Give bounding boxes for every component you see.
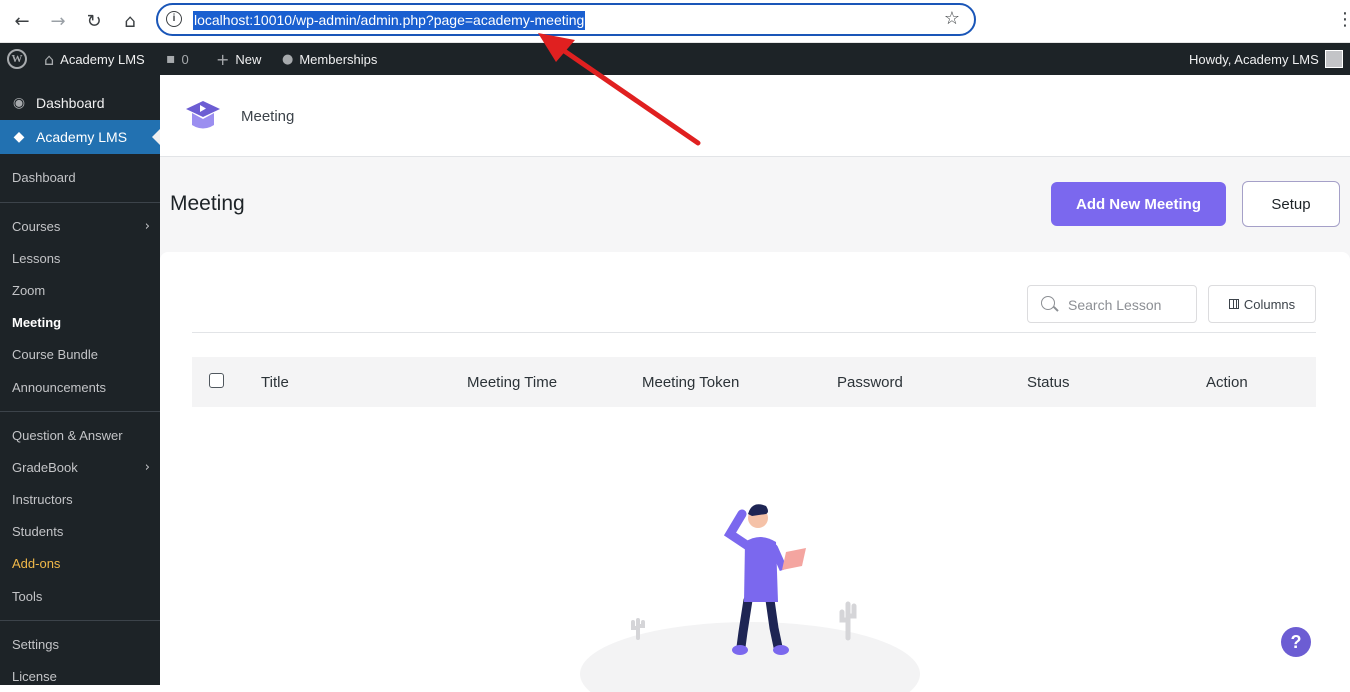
sidebar-item-label: Course Bundle xyxy=(12,346,98,362)
browser-menu-icon[interactable]: ⋮ xyxy=(1336,9,1350,30)
columns-icon xyxy=(1228,299,1239,309)
main-content: Meeting Meeting Add New Meeting Setup Co… xyxy=(160,75,1350,692)
comments-link[interactable]: ▪ 0 xyxy=(166,43,189,75)
sidebar-sub-announcements[interactable]: Announcements xyxy=(0,375,160,399)
browser-toolbar: ← → ↻ ⌂ i localhost:10010/wp-admin/admin… xyxy=(0,0,1350,43)
sidebar-item-dashboard[interactable]: ◉ Dashboard xyxy=(0,86,160,120)
sidebar-divider xyxy=(0,411,160,412)
admin-sidebar: ◉ Dashboard ◆ Academy LMS Dashboard Cour… xyxy=(0,75,160,685)
dashboard-icon: ◉ xyxy=(12,95,26,111)
sidebar-sub-course-bundle[interactable]: Course Bundle xyxy=(0,342,160,366)
column-header-status[interactable]: Status xyxy=(1027,374,1070,391)
sidebar-sub-students[interactable]: Students xyxy=(0,519,160,543)
sidebar-sub-question-answer[interactable]: Question & Answer xyxy=(0,423,160,447)
site-info-icon[interactable]: i xyxy=(166,11,182,27)
sidebar-sub-gradebook[interactable]: GradeBook › xyxy=(0,455,160,479)
sidebar-item-label: Announcements xyxy=(12,379,106,395)
help-button[interactable]: ? xyxy=(1281,627,1311,657)
groups-icon: ● xyxy=(282,51,294,67)
page-title: Meeting xyxy=(170,192,245,215)
select-all-checkbox[interactable] xyxy=(209,373,224,388)
columns-button[interactable]: Columns xyxy=(1208,285,1316,323)
sidebar-sub-add-ons[interactable]: Add-ons xyxy=(0,551,160,575)
column-header-meeting-time[interactable]: Meeting Time xyxy=(467,374,557,391)
meeting-table-panel: Columns Title Meeting Time Meeting Token… xyxy=(160,252,1350,692)
search-box[interactable] xyxy=(1027,285,1197,323)
url-text[interactable]: localhost:10010/wp-admin/admin.php?page=… xyxy=(193,11,586,30)
home-icon: ⌂ xyxy=(44,49,55,69)
column-header-password[interactable]: Password xyxy=(837,374,903,391)
sidebar-sub-lessons[interactable]: Lessons xyxy=(0,246,160,270)
reload-icon[interactable]: ↻ xyxy=(82,9,106,33)
address-bar[interactable]: i localhost:10010/wp-admin/admin.php?pag… xyxy=(156,3,976,36)
howdy-text: Howdy, Academy LMS xyxy=(1189,51,1319,67)
header-title: Meeting xyxy=(241,108,295,125)
sidebar-item-label: License xyxy=(12,668,57,684)
plus-icon: + xyxy=(216,49,230,69)
sidebar-item-label: Instructors xyxy=(12,491,73,507)
sidebar-sub-dashboard[interactable]: Dashboard xyxy=(0,165,160,189)
sidebar-item-label: Add-ons xyxy=(12,555,61,571)
sidebar-sub-meeting[interactable]: Meeting xyxy=(0,310,160,334)
academy-logo-icon xyxy=(186,101,220,129)
memberships-link[interactable]: ● Memberships xyxy=(282,43,377,75)
divider xyxy=(192,332,1316,333)
add-new-meeting-button[interactable]: Add New Meeting xyxy=(1051,182,1226,226)
sidebar-item-label: Tools xyxy=(12,588,43,604)
sidebar-item-label: Settings xyxy=(12,636,59,652)
sidebar-item-label: Courses xyxy=(12,218,61,234)
bookmark-star-icon[interactable]: ☆ xyxy=(944,8,960,29)
comment-icon: ▪ xyxy=(166,51,176,67)
sidebar-item-label: Lessons xyxy=(12,250,61,266)
site-name-link[interactable]: ⌂ Academy LMS xyxy=(44,43,145,75)
site-name: Academy LMS xyxy=(60,51,145,67)
memberships-label: Memberships xyxy=(299,51,378,67)
empty-state-illustration xyxy=(580,504,920,692)
back-icon[interactable]: ← xyxy=(10,9,34,33)
sidebar-divider xyxy=(0,620,160,621)
graduation-cap-icon: ◆ xyxy=(13,129,25,145)
sidebar-sub-settings[interactable]: Settings xyxy=(0,632,160,656)
sidebar-sub-tools[interactable]: Tools xyxy=(0,584,160,608)
setup-button[interactable]: Setup xyxy=(1242,181,1340,227)
sidebar-item-label: GradeBook xyxy=(12,459,78,475)
wp-admin-bar: W ⌂ Academy LMS ▪ 0 + New ● Memberships … xyxy=(0,43,1350,75)
sidebar-divider xyxy=(0,202,160,203)
sidebar-sub-zoom[interactable]: Zoom xyxy=(0,278,160,302)
sidebar-item-label: Students xyxy=(12,523,64,539)
column-header-meeting-token[interactable]: Meeting Token xyxy=(642,374,739,391)
account-menu[interactable]: Howdy, Academy LMS xyxy=(1189,43,1343,75)
columns-label: Columns xyxy=(1243,296,1296,312)
avatar xyxy=(1324,50,1343,68)
sidebar-item-academy-lms[interactable]: ◆ Academy LMS xyxy=(0,120,160,154)
sidebar-item-label: Dashboard xyxy=(12,169,76,185)
sidebar-item-label: Meeting xyxy=(12,314,62,330)
new-content-link[interactable]: + New xyxy=(216,43,261,75)
column-header-action[interactable]: Action xyxy=(1206,374,1248,391)
sidebar-sub-courses[interactable]: Courses › xyxy=(0,214,160,238)
academy-header: Meeting xyxy=(160,75,1350,157)
search-icon xyxy=(1041,296,1055,310)
new-label: New xyxy=(235,51,262,67)
wordpress-logo-icon[interactable]: W xyxy=(7,43,27,75)
chevron-right-icon: › xyxy=(144,459,150,475)
sidebar-item-label: Question & Answer xyxy=(12,427,123,443)
sidebar-item-label: Dashboard xyxy=(36,95,105,111)
comments-count: 0 xyxy=(181,51,189,67)
forward-icon[interactable]: → xyxy=(46,9,70,33)
sidebar-item-label: Academy LMS xyxy=(36,129,128,145)
sidebar-sub-license[interactable]: License xyxy=(0,664,160,688)
column-header-title[interactable]: Title xyxy=(261,374,289,391)
chevron-right-icon: › xyxy=(144,218,150,234)
home-icon[interactable]: ⌂ xyxy=(118,9,142,33)
table-header: Title Meeting Time Meeting Token Passwor… xyxy=(192,357,1316,407)
sidebar-item-label: Zoom xyxy=(12,282,46,298)
current-menu-pointer xyxy=(152,129,160,145)
sidebar-sub-instructors[interactable]: Instructors xyxy=(0,487,160,511)
search-input[interactable] xyxy=(1068,295,1188,315)
